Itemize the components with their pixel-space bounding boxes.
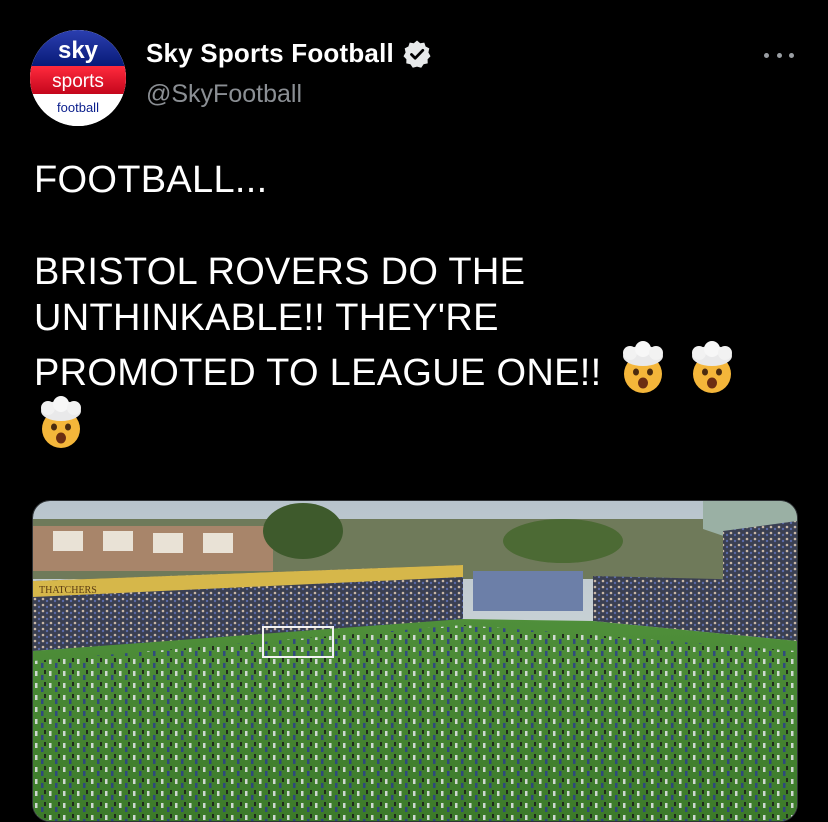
more-dot xyxy=(789,52,794,58)
stadium-photo: THATCHERS xyxy=(33,501,797,821)
avatar-sky-text: sky xyxy=(58,37,99,64)
tweet-text-line: UNTHINKABLE!! THEY'RE xyxy=(34,297,499,339)
author-display-name[interactable]: Sky Sports Football xyxy=(146,38,394,69)
author-handle[interactable]: @SkyFootball xyxy=(146,80,302,109)
more-dot xyxy=(764,52,769,58)
more-dot xyxy=(776,52,782,58)
tweet-text-line: PROMOTED TO LEAGUE ONE!! xyxy=(34,352,602,394)
author-name-row[interactable]: Sky Sports Football xyxy=(146,38,432,69)
tweet-text: FOOTBALL... BRISTOL ROVERS DO THE UNTHIN… xyxy=(34,157,794,451)
tweet-emoji-line xyxy=(34,396,794,451)
avatar-football-text: football xyxy=(57,100,99,115)
verified-badge-icon xyxy=(402,39,432,69)
exploding-head-emoji xyxy=(685,341,739,395)
exploding-head-emoji xyxy=(616,341,670,395)
tweet-text-line-with-emojis: PROMOTED TO LEAGUE ONE!! xyxy=(34,341,794,396)
tweet-text-line: BRISTOL ROVERS DO THE xyxy=(34,251,526,293)
tweet-text-line: FOOTBALL... xyxy=(34,159,268,201)
avatar-sports-text: sports xyxy=(52,71,104,92)
author-avatar[interactable]: sky sports football xyxy=(30,30,126,126)
more-horizontal-icon[interactable] xyxy=(764,40,794,70)
tweet-media-photo[interactable]: THATCHERS xyxy=(32,500,798,822)
sponsor-board-text: THATCHERS xyxy=(39,585,97,596)
exploding-head-emoji xyxy=(34,396,88,450)
